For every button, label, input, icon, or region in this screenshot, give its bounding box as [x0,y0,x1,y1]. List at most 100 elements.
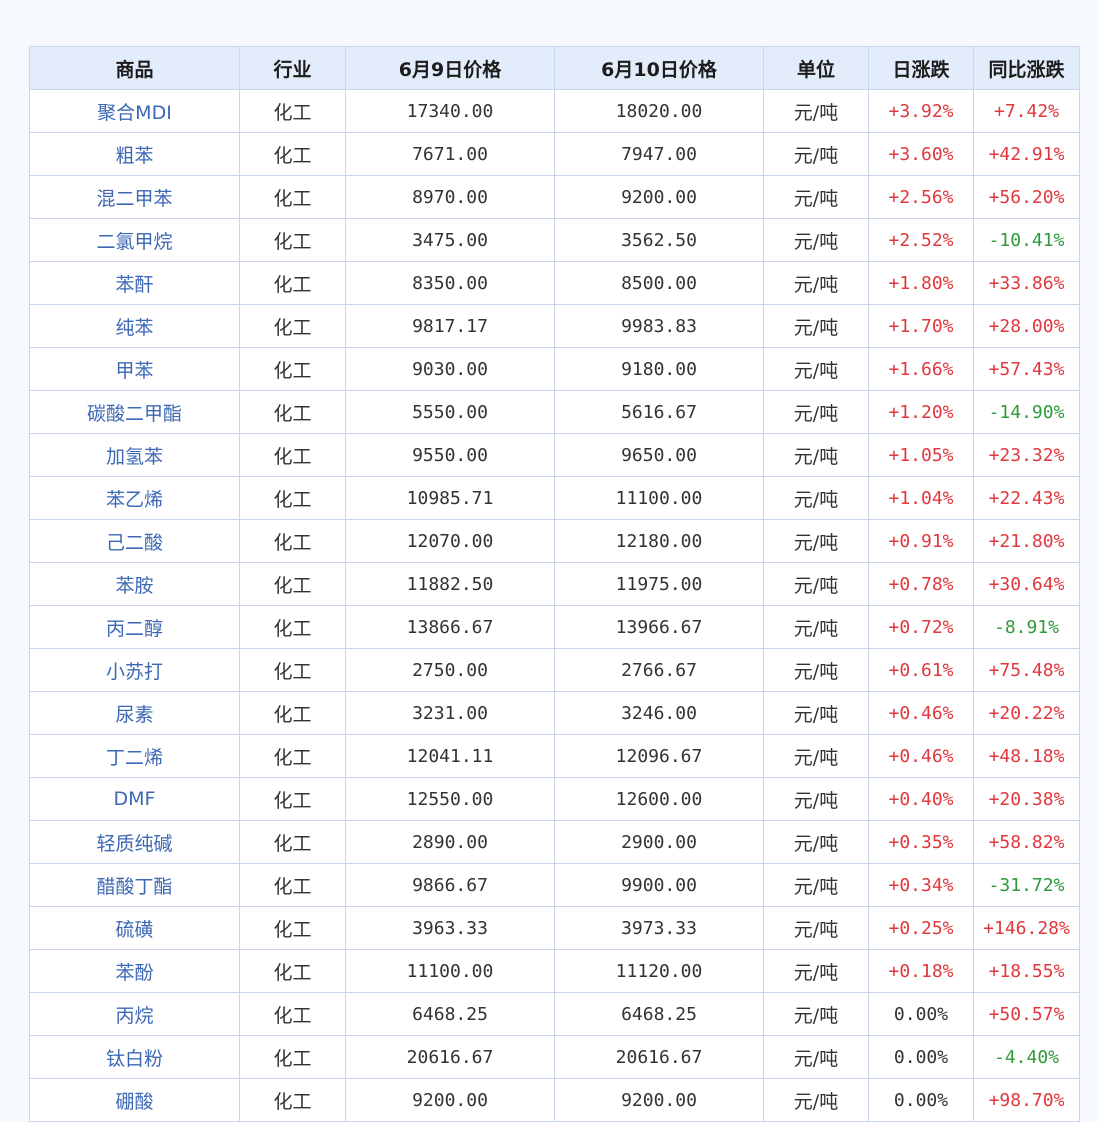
yoy-change-cell: -31.72% [973,863,1080,907]
product-name-link[interactable]: 尿素 [29,691,240,735]
price-curr-cell: 11120.00 [554,949,764,993]
price-curr-cell: 18020.00 [554,89,764,133]
header-yoy-change[interactable]: 同比涨跌 [973,46,1080,90]
product-name-link[interactable]: 苯酚 [29,949,240,993]
price-prev-cell: 12041.11 [345,734,555,778]
price-curr-cell: 6468.25 [554,992,764,1036]
product-name-link[interactable]: 己二酸 [29,519,240,563]
header-product[interactable]: 商品 [29,46,240,90]
industry-cell: 化工 [239,777,346,821]
price-prev-cell: 17340.00 [345,89,555,133]
price-prev-cell: 2890.00 [345,820,555,864]
unit-cell: 元/吨 [763,992,869,1036]
product-name-link[interactable]: 混二甲苯 [29,175,240,219]
unit-cell: 元/吨 [763,519,869,563]
product-name-link[interactable]: 丁二烯 [29,734,240,778]
industry-cell: 化工 [239,1035,346,1079]
yoy-change-cell: +21.80% [973,519,1080,563]
product-name-link[interactable]: DMF [29,777,240,821]
header-price-curr[interactable]: 6月10日价格 [554,46,764,90]
yoy-change-cell: +22.43% [973,476,1080,520]
industry-cell: 化工 [239,691,346,735]
product-name-link[interactable]: 苯乙烯 [29,476,240,520]
price-curr-cell: 20616.67 [554,1035,764,1079]
header-daily-change[interactable]: 日涨跌 [868,46,974,90]
unit-cell: 元/吨 [763,89,869,133]
yoy-change-cell: +48.18% [973,734,1080,778]
price-curr-cell: 3973.33 [554,906,764,950]
yoy-change-cell: +20.22% [973,691,1080,735]
header-industry[interactable]: 行业 [239,46,346,90]
daily-change-cell: +0.18% [868,949,974,993]
price-prev-cell: 9550.00 [345,433,555,477]
product-name-link[interactable]: 粗苯 [29,132,240,176]
yoy-change-cell: +98.70% [973,1078,1080,1122]
table-row: 尿素 化工 3231.00 3246.00 元/吨 +0.46% +20.22% [29,691,1080,735]
unit-cell: 元/吨 [763,433,869,477]
price-prev-cell: 6468.25 [345,992,555,1036]
yoy-change-cell: -4.40% [973,1035,1080,1079]
product-name-link[interactable]: 丙二醇 [29,605,240,649]
industry-cell: 化工 [239,734,346,778]
product-name-link[interactable]: 加氢苯 [29,433,240,477]
unit-cell: 元/吨 [763,175,869,219]
product-name-link[interactable]: 轻质纯碱 [29,820,240,864]
unit-cell: 元/吨 [763,390,869,434]
table-row: 丙烷 化工 6468.25 6468.25 元/吨 0.00% +50.57% [29,992,1080,1036]
product-name-link[interactable]: 醋酸丁酯 [29,863,240,907]
product-name-link[interactable]: 聚合MDI [29,89,240,133]
daily-change-cell: +1.66% [868,347,974,391]
table-row: 醋酸丁酯 化工 9866.67 9900.00 元/吨 +0.34% -31.72% [29,863,1080,907]
unit-cell: 元/吨 [763,605,869,649]
product-name-link[interactable]: 二氯甲烷 [29,218,240,262]
industry-cell: 化工 [239,863,346,907]
unit-cell: 元/吨 [763,949,869,993]
price-curr-cell: 8500.00 [554,261,764,305]
product-name-link[interactable]: 碳酸二甲酯 [29,390,240,434]
table-row: DMF 化工 12550.00 12600.00 元/吨 +0.40% +20.38% [29,777,1080,821]
table-row: 混二甲苯 化工 8970.00 9200.00 元/吨 +2.56% +56.20% [29,175,1080,219]
yoy-change-cell: +7.42% [973,89,1080,133]
product-name-link[interactable]: 纯苯 [29,304,240,348]
product-name-link[interactable]: 丙烷 [29,992,240,1036]
daily-change-cell: +3.92% [868,89,974,133]
yoy-change-cell: +30.64% [973,562,1080,606]
industry-cell: 化工 [239,562,346,606]
product-name-link[interactable]: 硼酸 [29,1078,240,1122]
price-prev-cell: 9817.17 [345,304,555,348]
header-price-prev[interactable]: 6月9日价格 [345,46,555,90]
daily-change-cell: +0.40% [868,777,974,821]
table-row: 纯苯 化工 9817.17 9983.83 元/吨 +1.70% +28.00% [29,304,1080,348]
table-row: 二氯甲烷 化工 3475.00 3562.50 元/吨 +2.52% -10.41% [29,218,1080,262]
product-name-link[interactable]: 钛白粉 [29,1035,240,1079]
daily-change-cell: +1.05% [868,433,974,477]
industry-cell: 化工 [239,949,346,993]
unit-cell: 元/吨 [763,734,869,778]
product-name-link[interactable]: 硫磺 [29,906,240,950]
product-name-link[interactable]: 小苏打 [29,648,240,692]
industry-cell: 化工 [239,347,346,391]
table-row: 丁二烯 化工 12041.11 12096.67 元/吨 +0.46% +48.18% [29,734,1080,778]
price-prev-cell: 11882.50 [345,562,555,606]
yoy-change-cell: +28.00% [973,304,1080,348]
header-unit[interactable]: 单位 [763,46,869,90]
industry-cell: 化工 [239,648,346,692]
price-prev-cell: 11100.00 [345,949,555,993]
price-prev-cell: 12550.00 [345,777,555,821]
price-curr-cell: 9200.00 [554,1078,764,1122]
yoy-change-cell: +42.91% [973,132,1080,176]
product-name-link[interactable]: 苯酐 [29,261,240,305]
price-prev-cell: 12070.00 [345,519,555,563]
daily-change-cell: 0.00% [868,992,974,1036]
table-row: 聚合MDI 化工 17340.00 18020.00 元/吨 +3.92% +7.42% [29,89,1080,133]
yoy-change-cell: +20.38% [973,777,1080,821]
industry-cell: 化工 [239,605,346,649]
daily-change-cell: +0.91% [868,519,974,563]
daily-change-cell: +3.60% [868,132,974,176]
daily-change-cell: +0.61% [868,648,974,692]
table-row: 钛白粉 化工 20616.67 20616.67 元/吨 0.00% -4.40% [29,1035,1080,1079]
price-prev-cell: 5550.00 [345,390,555,434]
product-name-link[interactable]: 甲苯 [29,347,240,391]
price-curr-cell: 9900.00 [554,863,764,907]
product-name-link[interactable]: 苯胺 [29,562,240,606]
